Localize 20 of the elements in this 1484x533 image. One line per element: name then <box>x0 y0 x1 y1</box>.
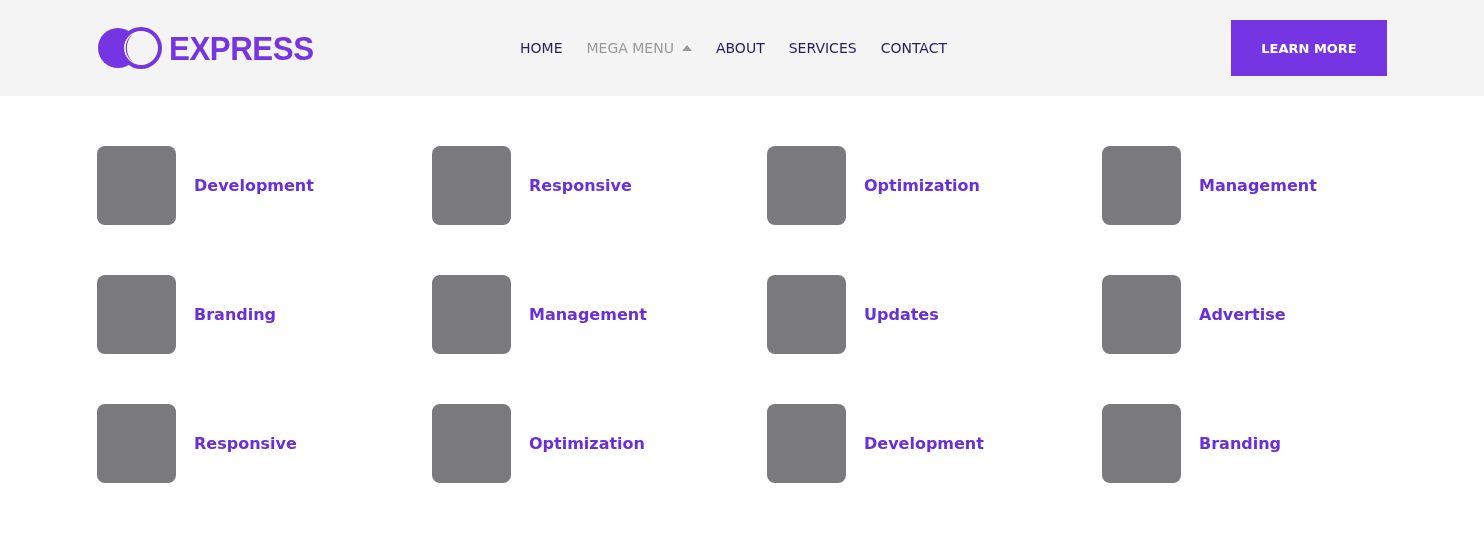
nav-link[interactable]: HOME <box>520 40 563 56</box>
nav-link[interactable]: SERVICES <box>788 40 857 56</box>
service-link[interactable]: Development <box>864 434 984 453</box>
service-link[interactable]: Updates <box>864 305 939 324</box>
service-link[interactable]: Responsive <box>194 434 297 453</box>
service-link[interactable]: Advertise <box>1199 305 1286 324</box>
learn-more-button[interactable]: LEARN MORE <box>1231 20 1387 76</box>
service-link[interactable]: Management <box>1199 176 1317 195</box>
service-link[interactable]: Responsive <box>529 176 632 195</box>
nav-link[interactable]: ABOUT <box>715 40 765 56</box>
service-link[interactable]: Optimization <box>864 176 980 195</box>
service-link[interactable]: Branding <box>1199 434 1282 453</box>
service-link[interactable]: Branding <box>194 305 277 324</box>
service-link[interactable]: Optimization <box>529 434 645 453</box>
logo-text: EXPRESS <box>169 28 314 68</box>
logo-icon <box>97 26 163 70</box>
caret-icon[interactable] <box>681 45 692 51</box>
nav-link[interactable]: CONTACT <box>880 40 947 56</box>
service-link[interactable]: Management <box>529 305 647 324</box>
service-link[interactable]: Development <box>194 176 314 195</box>
